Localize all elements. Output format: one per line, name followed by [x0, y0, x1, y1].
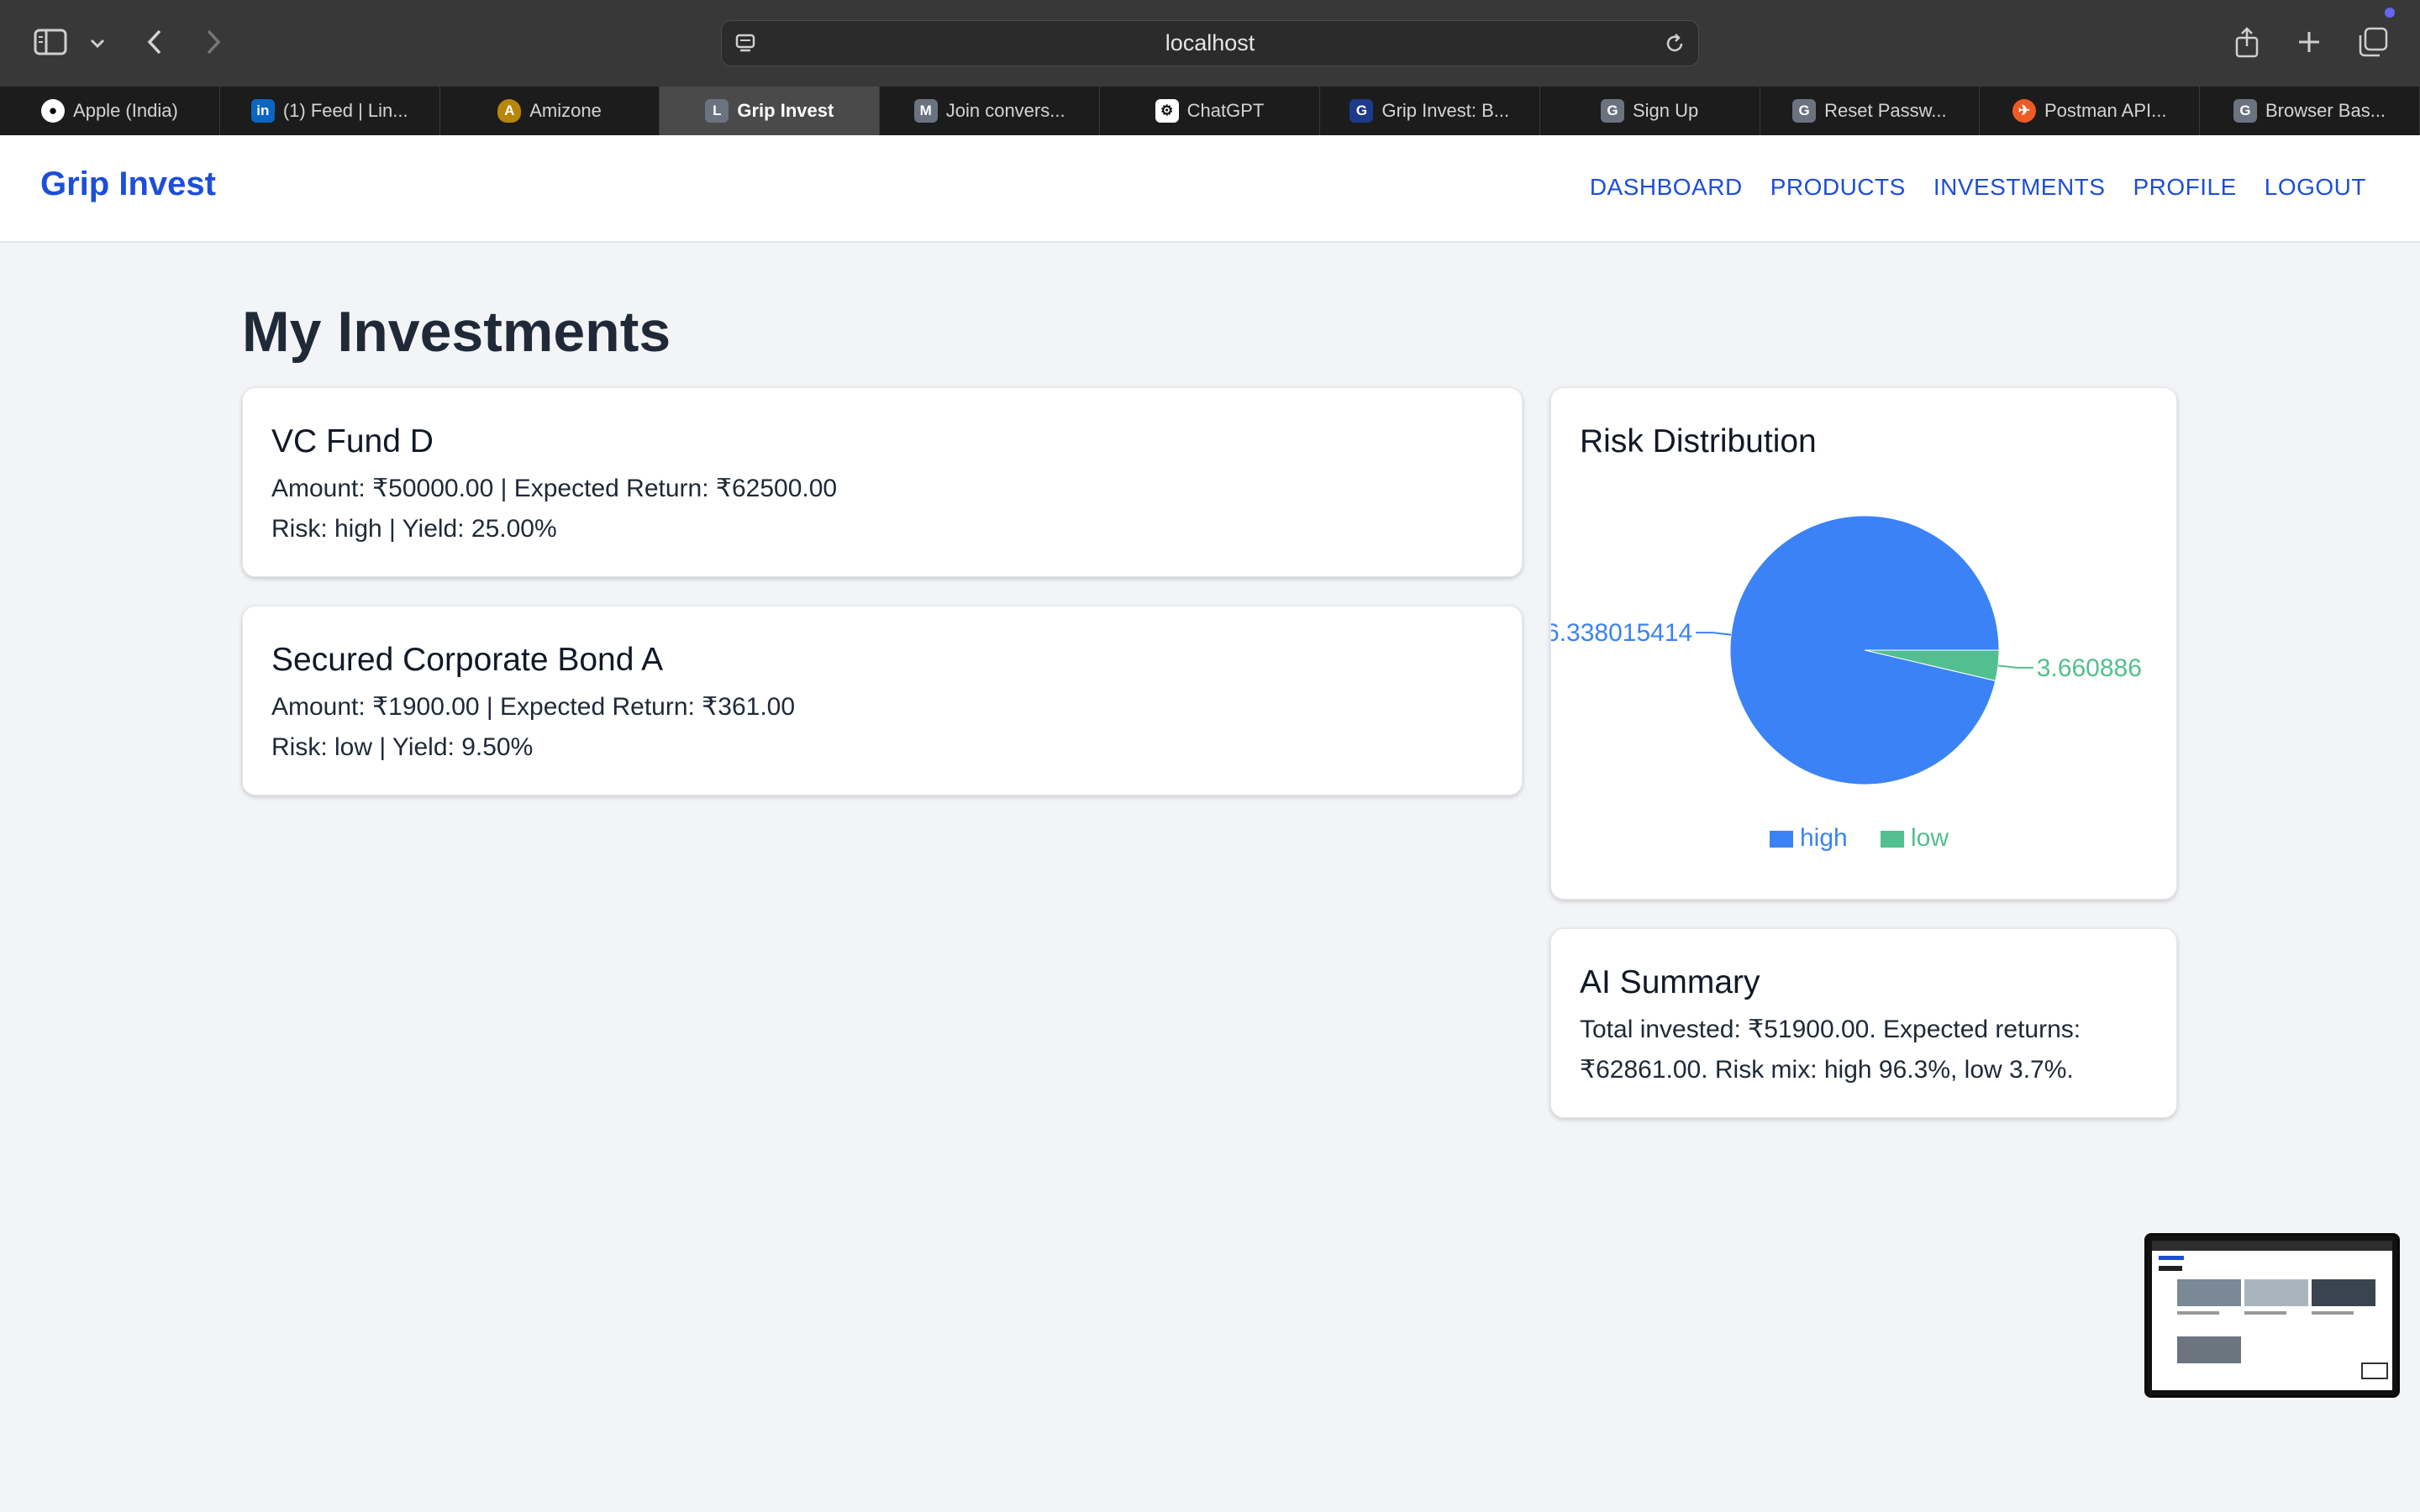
- pie-slice-label: 3.660886: [2037, 654, 2142, 682]
- url-text: localhost: [1165, 30, 1255, 55]
- tab-label: (1) Feed | Lin...: [282, 100, 408, 121]
- page-title: My Investments: [242, 300, 671, 364]
- legend-label-high[interactable]: high: [1800, 824, 1848, 852]
- investment-amount: Amount: ₹1900.00 | Expected Return: ₹361…: [271, 693, 796, 721]
- browser-tab[interactable]: in (1) Feed | Lin...: [220, 87, 440, 135]
- legend-swatch-low[interactable]: [1881, 831, 1904, 848]
- investment-card: Secured Corporate Bond A Amount: ₹1900.0…: [242, 606, 1523, 795]
- site-settings-icon[interactable]: [734, 32, 757, 60]
- pie-slice-label: 96.338015414: [1551, 619, 1692, 647]
- window-preview-thumbnail[interactable]: [2144, 1233, 2400, 1398]
- tab-label: Reset Passw...: [1824, 100, 1947, 121]
- letter-g-icon: G: [1792, 99, 1817, 123]
- nav-logout[interactable]: LOGOUT: [2265, 174, 2366, 201]
- postman-icon: ✈: [2012, 99, 2036, 123]
- sidebar-toggle-icon[interactable]: [34, 27, 67, 57]
- linkedin-icon: in: [250, 99, 275, 123]
- nav-investments[interactable]: INVESTMENTS: [1933, 174, 2106, 201]
- browser-tab[interactable]: G Sign Up: [1540, 87, 1760, 135]
- tab-label: ChatGPT: [1186, 100, 1265, 121]
- tab-strip: ● Apple (India) in (1) Feed | Lin... A Amizon…: [0, 87, 2420, 135]
- amizone-icon: A: [497, 99, 522, 123]
- tab-label: Grip Invest: [737, 100, 834, 121]
- tab-label: Sign Up: [1632, 100, 1699, 121]
- investment-name: VC Fund D: [271, 423, 434, 459]
- chatgpt-icon: ⚙: [1155, 99, 1179, 123]
- pie-leader-line: [1997, 664, 2033, 669]
- tab-label: Postman API...: [2044, 100, 2167, 121]
- letter-m-icon: M: [913, 99, 938, 123]
- legend-label-low[interactable]: low: [1911, 824, 1949, 852]
- investment-amount: Amount: ₹50000.00 | Expected Return: ₹62…: [271, 475, 838, 502]
- investment-risk: Risk: low | Yield: 9.50%: [271, 733, 534, 761]
- investment-risk: Risk: high | Yield: 25.00%: [271, 515, 557, 543]
- notification-dot: [2385, 8, 2395, 18]
- browser-tab[interactable]: G Reset Passw...: [1760, 87, 1981, 135]
- browser-tab[interactable]: A Amizone: [440, 87, 660, 135]
- tab-label: Join convers...: [945, 100, 1065, 121]
- browser-toolbar: localhost: [0, 0, 2420, 87]
- ai-summary-text: Total invested: ₹51900.00. Expected retu…: [1580, 1016, 2081, 1084]
- nav-products[interactable]: PRODUCTS: [1770, 174, 1906, 201]
- nav-profile[interactable]: PROFILE: [2133, 174, 2236, 201]
- pie-slice-high[interactable]: [1729, 515, 2000, 785]
- app-navbar: Grip Invest DASHBOARD PRODUCTS INVESTMEN…: [0, 135, 2420, 243]
- nav-dashboard[interactable]: DASHBOARD: [1590, 174, 1743, 201]
- browser-tab[interactable]: G Grip Invest: B...: [1320, 87, 1540, 135]
- letter-g-icon: G: [1600, 99, 1624, 123]
- tab-label: Apple (India): [73, 100, 178, 121]
- back-icon[interactable]: [143, 27, 166, 57]
- letter-l-icon: L: [705, 99, 729, 123]
- letter-g-icon: G: [2233, 99, 2257, 123]
- investment-name: Secured Corporate Bond A: [271, 642, 664, 678]
- reload-icon[interactable]: [1663, 32, 1686, 60]
- brand-logo[interactable]: Grip Invest: [40, 165, 216, 203]
- browser-tab[interactable]: L Grip Invest: [660, 87, 881, 135]
- ai-summary-card: AI Summary Total invested: ₹51900.00. Ex…: [1550, 928, 2177, 1118]
- forward-icon[interactable]: [202, 27, 225, 57]
- nav-links: DASHBOARD PRODUCTS INVESTMENTS PROFILE L…: [1590, 174, 2366, 201]
- browser-tab[interactable]: ● Apple (India): [0, 87, 220, 135]
- browser-tab[interactable]: G Browser Bas...: [2200, 87, 2420, 135]
- grip-icon: G: [1349, 99, 1374, 123]
- browser-tab[interactable]: ✈ Postman API...: [1980, 87, 2201, 135]
- chevron-down-icon[interactable]: [87, 34, 108, 54]
- pie-leader-line: [1696, 632, 1732, 636]
- risk-distribution-card: Risk Distribution 3.66088696.338015414hi…: [1550, 387, 2177, 900]
- tab-label: Grip Invest: B...: [1381, 100, 1510, 121]
- ai-summary-title: AI Summary: [1580, 964, 1760, 1000]
- apple-icon: ●: [41, 99, 66, 123]
- address-bar[interactable]: localhost: [721, 20, 1699, 66]
- share-icon[interactable]: [2232, 25, 2262, 60]
- browser-tab[interactable]: ⚙ ChatGPT: [1100, 87, 1320, 135]
- tab-label: Browser Bas...: [2265, 100, 2386, 121]
- investment-card: VC Fund D Amount: ₹50000.00 | Expected R…: [242, 387, 1523, 577]
- legend-swatch-high[interactable]: [1770, 831, 1793, 848]
- tab-overview-icon[interactable]: [2356, 25, 2390, 59]
- browser-tab[interactable]: M Join convers...: [880, 87, 1101, 135]
- risk-pie-chart: 3.660886 96.338015414 high low: [1551, 515, 2142, 852]
- tab-label: Amizone: [529, 100, 602, 121]
- new-tab-icon[interactable]: [2294, 27, 2324, 57]
